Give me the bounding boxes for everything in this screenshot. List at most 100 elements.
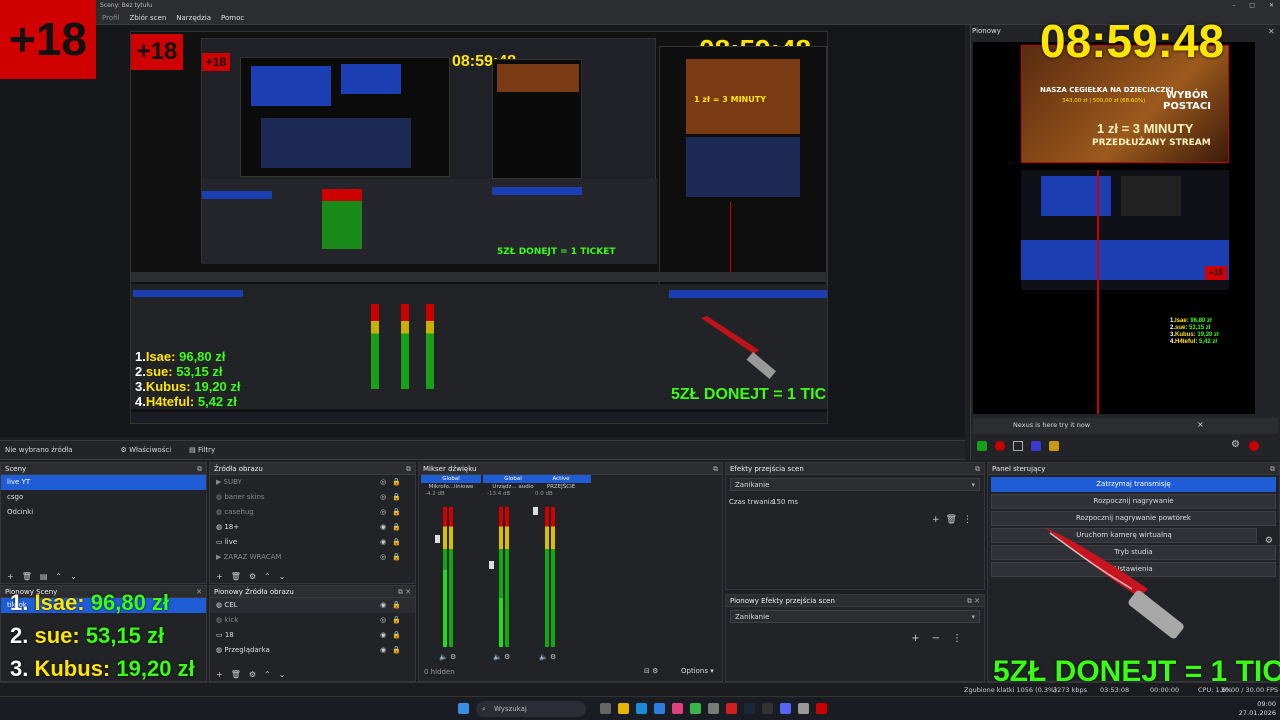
app-icon[interactable] [672,703,683,714]
visibility-lock-icons[interactable]: ◉🔒 [380,628,407,643]
mixer-layout-icon[interactable]: ⊟ ⚙ [644,667,658,675]
trash-icon[interactable]: 🗑 [231,670,241,679]
add-icon[interactable]: + [216,572,223,581]
visibility-lock-icons[interactable]: ◎🔒 [380,490,407,505]
visibility-lock-icons[interactable]: ◉🔒 [380,520,407,535]
main-preview-canvas[interactable]: +18 +18 08:59:48 5ZŁ DONEJT = 1 TICKET 0… [130,31,828,424]
vertical-source-item[interactable]: ◍ kick ◎🔒 [210,613,415,628]
steam-icon[interactable] [744,703,755,714]
vertical-source-item[interactable]: ▭ 18 ◉🔒 [210,628,415,643]
add-icon[interactable]: + [7,572,14,581]
gear-icon[interactable]: ⚙ [249,670,256,679]
vertical-preview-canvas[interactable]: NASZA CEGIEŁKA NA DZIECIACZKI 343,00 zł … [973,42,1255,414]
discord-icon[interactable] [780,703,791,714]
source-item[interactable]: ◍ 18+ ◉🔒 [210,520,415,535]
source-item[interactable]: ▭ live ◉🔒 [210,535,415,550]
virtual-camera-settings-icon[interactable]: ⚙ [1265,536,1273,546]
transition-tools[interactable]: +🗑⋮ [932,515,978,525]
vertical-source-item[interactable]: ◍ Przeglądarka ◉🔒 [210,643,415,658]
obs-icon[interactable] [762,703,773,714]
trash-icon[interactable]: 🗑 [231,572,241,581]
visibility-lock-icons[interactable]: ◎🔒 [380,550,407,565]
duration-input[interactable]: 150 ms [772,494,798,510]
up-icon[interactable]: ⌃ [264,572,271,581]
menu-profile[interactable]: Profil [102,14,119,22]
app-icon[interactable] [816,703,827,714]
vertical-record-icon[interactable] [995,441,1005,451]
down-icon[interactable]: ⌄ [70,572,77,581]
maximize-icon[interactable]: □ [1249,0,1255,12]
visibility-lock-icons[interactable]: ◉🔒 [380,643,407,658]
start-recording-button[interactable]: Rozpocznij nagrywanie [991,494,1276,509]
close-icon[interactable]: ⧉ ✕ [398,586,411,598]
opera-icon[interactable] [726,703,737,714]
vertical-transition-tools[interactable]: +−⋮ [911,633,974,644]
scene-item[interactable]: csgo [1,490,206,505]
filter-icon[interactable]: ▤ [40,572,48,581]
dock-menu-icon[interactable]: ⧉ [197,463,202,475]
close-icon[interactable]: ✕ [1269,0,1274,12]
down-icon[interactable]: ⌄ [279,572,286,581]
speaker-icon[interactable]: 🔈 ⚙ [539,653,556,661]
dock-menu-icon[interactable]: ⧉ [975,463,980,475]
channel-name[interactable]: Mikrofo...liniowe [421,484,481,490]
close-icon[interactable]: ⧉ ✕ [967,595,980,607]
down-icon[interactable]: ⌄ [279,670,286,679]
minimize-icon[interactable]: – [1232,0,1235,12]
nexus-close-button[interactable]: × [1197,420,1204,429]
menu-scene-collection[interactable]: Zbiór scen [129,14,166,22]
file-explorer-icon[interactable] [618,703,629,714]
mixer-options-button[interactable]: Options ▾ [681,667,714,675]
source-item[interactable]: ◍ casehug ◎🔒 [210,505,415,520]
scene-item[interactable]: Odcinki [1,505,206,520]
volume-slider[interactable] [435,535,440,543]
scene-item[interactable]: live YT [1,475,206,490]
start-replay-button[interactable]: Rozpocznij nagrywanie powtórek [991,511,1276,526]
channel-name[interactable]: PRZEJŚCIE [531,484,591,490]
taskbar-clock[interactable]: 09:00 27.01.2026 [1230,700,1276,718]
dock-menu-icon[interactable]: ⧉ [406,463,411,475]
vertical-replay-icon[interactable] [1031,441,1041,451]
vertical-close-icon[interactable]: ✕ [1268,27,1275,36]
visibility-lock-icons[interactable]: ◎🔒 [380,505,407,520]
transition-select[interactable]: Zanikanie [730,478,980,491]
dock-menu-icon[interactable]: ⧉ [713,463,718,475]
filters-button[interactable]: ▤ Filtry [189,446,215,454]
trash-icon[interactable]: 🗑 [22,572,32,581]
vertical-pause-icon[interactable] [1013,441,1023,451]
chrome-icon[interactable] [690,703,701,714]
menu-tools[interactable]: Narzędzia [176,14,211,22]
speaker-icon[interactable]: 🔈 ⚙ [493,653,510,661]
up-icon[interactable]: ⌃ [264,670,271,679]
menu-help[interactable]: Pomoc [221,14,244,22]
visibility-lock-icons[interactable]: ◉🔒 [380,598,407,613]
gear-icon[interactable]: ⚙ [249,572,256,581]
source-item[interactable]: ▶ SUBY ◎🔒 [210,475,415,490]
vertical-transition-select[interactable]: Zanikanie [730,610,980,623]
source-item[interactable]: ◍ baner skins ◎🔒 [210,490,415,505]
vertical-stream-icon[interactable] [977,441,987,451]
source-item[interactable]: ▶ ZARAZ WRACAM ◎🔒 [210,550,415,565]
stop-stream-button[interactable]: Zatrzymaj transmisję [991,477,1276,492]
app-icon[interactable] [708,703,719,714]
visibility-lock-icons[interactable]: ◎🔒 [380,613,407,628]
properties-button[interactable]: ⚙ Właściwości [121,446,172,454]
taskbar-search[interactable]: ⌕ Wyszukaj [476,701,586,717]
visibility-lock-icons[interactable]: ◎🔒 [380,475,407,490]
visibility-lock-icons[interactable]: ◉🔒 [380,535,407,550]
nexus-text[interactable]: Nexus is here try it now [1013,421,1090,429]
speaker-icon[interactable]: 🔈 ⚙ [439,653,456,661]
volume-slider[interactable] [489,561,494,569]
dock-menu-icon[interactable]: ⧉ [1270,463,1275,475]
up-icon[interactable]: ⌃ [55,572,62,581]
volume-slider[interactable] [533,507,538,515]
close-icon[interactable]: ✕ [196,586,202,598]
vertical-camera-icon[interactable] [1049,441,1059,451]
vertical-live-icon[interactable] [1249,441,1259,451]
add-icon[interactable]: + [216,670,223,679]
windows-start-icon[interactable] [458,703,469,714]
app-icon[interactable] [798,703,809,714]
task-view-icon[interactable] [600,703,611,714]
store-icon[interactable] [654,703,665,714]
vertical-settings-icon[interactable]: ⚙ [1231,439,1240,450]
